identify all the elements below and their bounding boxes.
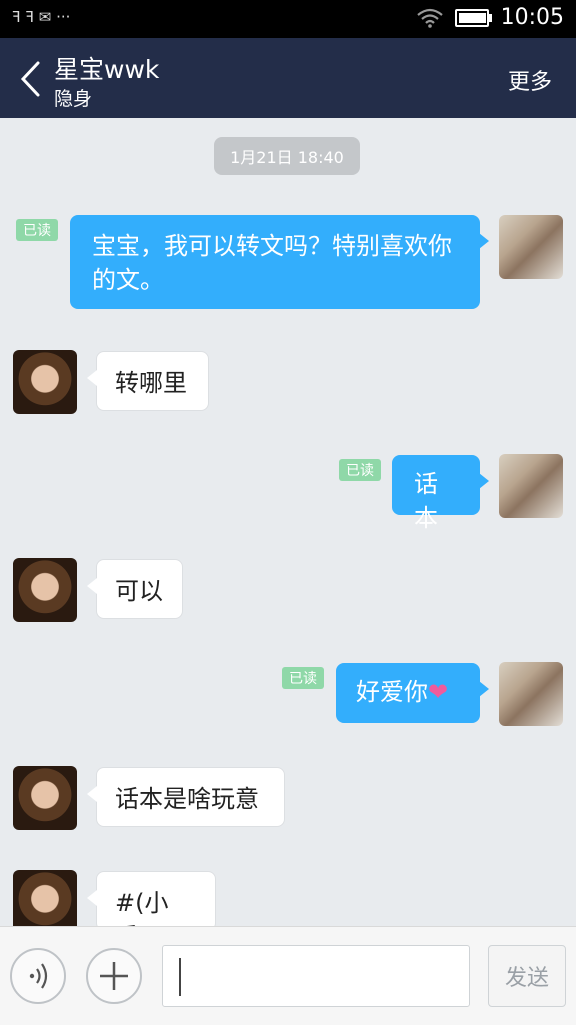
more-button[interactable]: 更多 — [508, 64, 552, 96]
my-avatar[interactable] — [499, 215, 563, 279]
read-badge: 已读 — [16, 219, 58, 241]
read-badge: 已读 — [282, 667, 324, 689]
voice-icon — [29, 963, 48, 989]
contact-avatar[interactable] — [13, 870, 77, 934]
message-text: 话本是啥玩意 — [115, 785, 259, 813]
battery-icon — [454, 8, 492, 27]
message-text: 可以 — [115, 577, 163, 605]
message-text: 话本 — [414, 470, 438, 532]
status-bar: ꟻ ꟻ ✉ ··· 10:05 — [0, 0, 576, 38]
message-text: 宝宝，我可以转文吗？特别喜欢你的文。 — [92, 232, 452, 294]
contact-avatar[interactable] — [13, 350, 77, 414]
message-bubble-received[interactable]: #(小乖) — [87, 871, 216, 951]
message-bubble-received[interactable]: 话本是啥玩意 — [87, 767, 285, 827]
message-bubble-received[interactable]: 可以 — [87, 559, 183, 619]
my-avatar[interactable] — [499, 454, 563, 518]
status-left-icons: ꟻ ꟻ ✉ ··· — [12, 8, 70, 26]
voice-button[interactable] — [10, 948, 66, 1004]
status-time: 10:05 — [500, 5, 564, 30]
message-input[interactable] — [162, 945, 470, 1007]
back-arrow-icon[interactable] — [18, 60, 48, 98]
status-right: 10:05 — [416, 5, 564, 30]
message-text: 好爱你 — [356, 678, 428, 706]
contact-name: 星宝wwk — [54, 55, 160, 84]
message-text: 转哪里 — [115, 369, 187, 397]
contact-avatar[interactable] — [13, 558, 77, 622]
my-avatar[interactable] — [499, 662, 563, 726]
input-bar: 发送 — [0, 926, 576, 1025]
chat-timestamp: 1月21日 18:40 — [214, 137, 360, 175]
plus-icon — [100, 962, 128, 990]
message-bubble-sent[interactable]: 话本 — [392, 455, 489, 532]
message-bubble-sent[interactable]: 宝宝，我可以转文吗？特别喜欢你的文。 — [70, 215, 489, 309]
read-badge: 已读 — [339, 459, 381, 481]
heart-emoji-icon: ❤ — [428, 678, 449, 706]
wifi-icon — [416, 8, 443, 28]
send-button[interactable]: 发送 — [488, 945, 566, 1007]
chat-header: 星宝wwk 隐身 更多 — [0, 38, 576, 118]
add-button[interactable] — [86, 948, 142, 1004]
message-bubble-sent[interactable]: 好爱你❤ — [336, 663, 489, 723]
contact-status: 隐身 — [54, 88, 93, 110]
text-caret — [179, 958, 181, 996]
contact-avatar[interactable] — [13, 766, 77, 830]
notification-icons: ꟻ ꟻ ✉ ··· — [12, 8, 71, 26]
message-bubble-received[interactable]: 转哪里 — [87, 351, 209, 411]
